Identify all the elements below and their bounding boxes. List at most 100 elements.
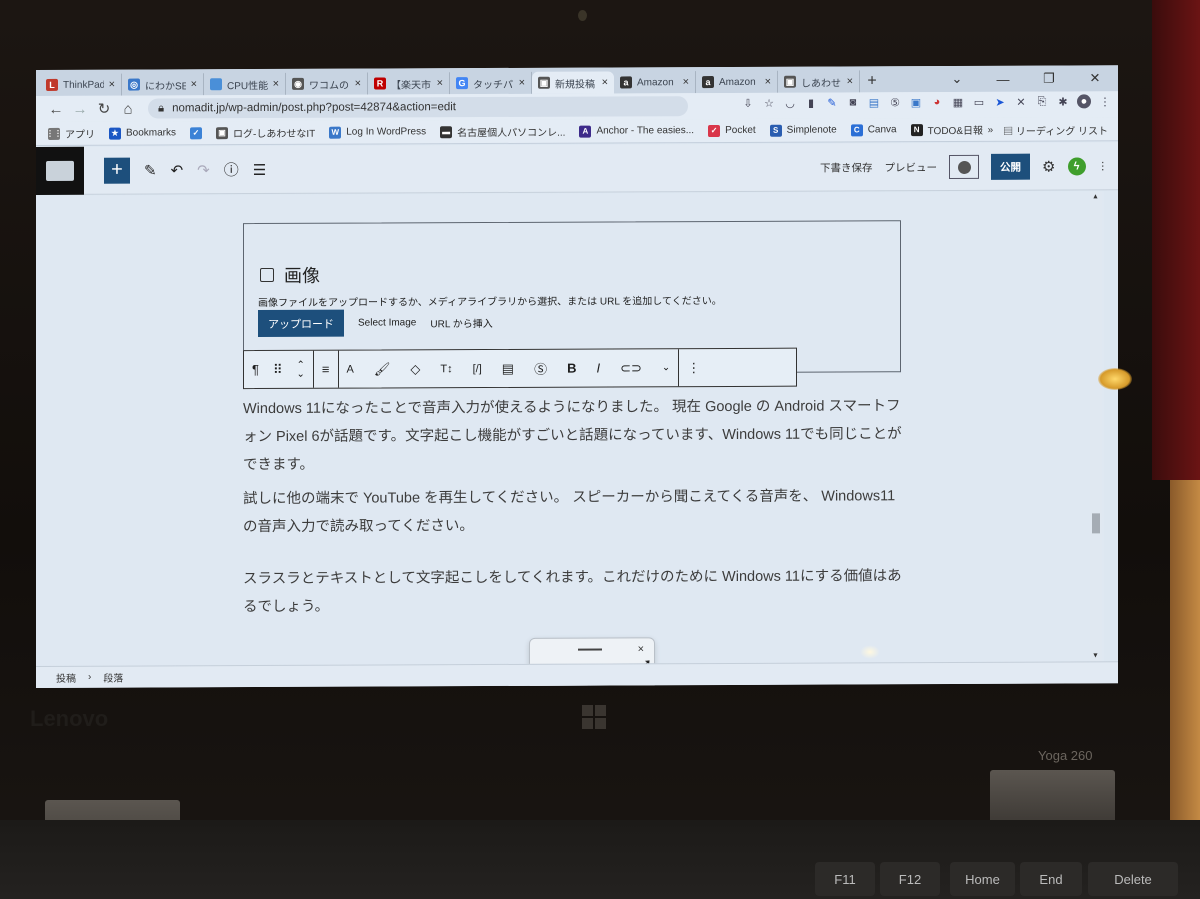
bookmark-item[interactable]: ▣ ログ-しあわせなIT: [216, 125, 315, 140]
browser-tab[interactable]: G タッチパッ ×: [450, 71, 532, 95]
browser-tab[interactable]: R 【楽天市 ×: [368, 72, 450, 95]
close-tab-icon[interactable]: ×: [355, 78, 361, 90]
close-tab-icon[interactable]: ×: [765, 76, 771, 88]
block-options-icon[interactable]: ⋮: [687, 360, 700, 376]
preview-button[interactable]: プレビュー: [885, 160, 938, 175]
url-input[interactable]: 🔒︎ nomadit.jp/wp-admin/post.php?post=428…: [148, 96, 688, 119]
extension-icon[interactable]: ▮: [804, 96, 818, 110]
browser-tab[interactable]: ▣ しあわせ ×: [778, 70, 860, 93]
browser-tab[interactable]: ▣ 新規投稿 ×: [532, 71, 614, 94]
add-block-button[interactable]: +: [104, 157, 130, 184]
bookmark-item[interactable]: C Canva: [850, 123, 897, 136]
close-tab-icon[interactable]: ×: [437, 77, 443, 89]
reload-button[interactable]: ↻: [92, 100, 116, 118]
bookmark-item[interactable]: ✓ Pocket: [708, 124, 756, 137]
paragraph[interactable]: 試しに他の端末で YouTube を再生してください。 スピーカーから聞こえてく…: [243, 482, 908, 541]
user-avatar[interactable]: ϟ: [1067, 157, 1086, 176]
text-size-icon[interactable]: T↕: [440, 363, 452, 375]
close-voice-typing-button[interactable]: ×: [638, 643, 644, 655]
site-logo[interactable]: [36, 146, 84, 195]
new-tab-button[interactable]: +: [860, 70, 884, 92]
pocket-extension-icon[interactable]: ◡: [783, 96, 797, 110]
shortcode-icon[interactable]: [/]: [473, 363, 482, 375]
close-tab-icon[interactable]: ×: [109, 79, 115, 91]
publish-button[interactable]: 公開: [991, 153, 1031, 180]
extensions-puzzle-icon[interactable]: ✱: [1056, 94, 1070, 108]
redo-icon[interactable]: ↷: [197, 161, 210, 179]
extension-icon[interactable]: ▣: [909, 95, 923, 109]
extension-icon[interactable]: ⑤: [888, 95, 902, 109]
jetpack-button[interactable]: [949, 154, 980, 180]
more-bookmarks-button[interactable]: »: [988, 124, 994, 135]
tab-search-button[interactable]: ⌄: [934, 71, 980, 87]
breadcrumb-item[interactable]: 段落: [103, 670, 123, 685]
edit-tool-icon[interactable]: ✎: [144, 161, 157, 179]
paragraph-icon[interactable]: ¶: [252, 362, 259, 377]
info-icon[interactable]: ⓘ: [224, 159, 239, 180]
italic-icon[interactable]: I: [596, 361, 600, 376]
browser-tab[interactable]: L ThinkPad ×: [40, 73, 122, 96]
extension-icon[interactable]: ✕: [1014, 95, 1028, 109]
font-size-icon[interactable]: A: [347, 363, 354, 375]
home-button[interactable]: ⌂: [116, 100, 140, 117]
browser-tab[interactable]: ◉ ワコムのア ×: [286, 72, 368, 95]
drag-grip[interactable]: [578, 648, 602, 651]
forward-button[interactable]: →: [68, 100, 92, 117]
bookmark-item[interactable]: S Simplenote: [769, 124, 837, 137]
extension-icon[interactable]: ➤: [993, 95, 1007, 109]
breadcrumb-item[interactable]: 投稿: [56, 670, 76, 685]
maximize-button[interactable]: ❐: [1026, 70, 1072, 86]
highlight-brush-icon[interactable]: 🖌︎: [374, 361, 391, 377]
browser-menu-icon[interactable]: ⋮: [1098, 94, 1112, 108]
translate-extension-icon[interactable]: ▤: [867, 95, 881, 109]
back-button[interactable]: ←: [44, 100, 68, 117]
browser-tab[interactable]: a Amazon ×: [696, 70, 778, 94]
list-view-icon[interactable]: ☰: [253, 160, 266, 178]
bookmark-item[interactable]: ✓: [190, 126, 203, 139]
settings-gear-icon[interactable]: ⚙: [1042, 158, 1055, 176]
paragraph[interactable]: スラスラとテキストとして文字起こしをしてくれます。これだけのために Window…: [243, 562, 908, 621]
insert-url-button[interactable]: URL から挿入: [430, 315, 492, 330]
extension-icon[interactable]: ▭: [972, 95, 986, 109]
browser-tab[interactable]: a Amazon ×: [614, 71, 696, 94]
bookmark-item[interactable]: A Anchor - The easies...: [579, 125, 694, 138]
bookmark-item[interactable]: ⋮⋮ アプリ: [46, 126, 95, 141]
profile-avatar[interactable]: ●: [1077, 94, 1091, 109]
extension-icon[interactable]: ◙: [846, 95, 860, 109]
extension-icon[interactable]: ⎘: [1035, 95, 1049, 109]
scrollbar-thumb[interactable]: [1092, 513, 1100, 534]
drag-handle-icon[interactable]: ⠿: [273, 361, 283, 377]
bookmark-item[interactable]: W Log In WordPress: [329, 126, 426, 139]
paragraph[interactable]: Windows 11になったことで音声入力が使えるようになりました。 現在 Go…: [243, 392, 908, 479]
scroll-up-arrow-icon[interactable]: ▲: [1092, 193, 1099, 200]
minimize-button[interactable]: —: [980, 71, 1026, 86]
reading-list-button[interactable]: ▤ リーディング リスト: [1003, 122, 1108, 137]
document-icon[interactable]: ▤: [502, 360, 514, 376]
color-picker-extension-icon[interactable]: ✎: [825, 95, 839, 109]
browser-tab[interactable]: ◎ にわかSE ×: [122, 73, 204, 96]
install-app-icon[interactable]: ⇩: [741, 96, 755, 110]
extension-icon[interactable]: ▦: [951, 95, 965, 109]
more-formats-chevron-icon[interactable]: ⌄: [662, 362, 670, 373]
browser-tab[interactable]: CPU性能 ×: [204, 72, 286, 96]
close-tab-icon[interactable]: ×: [273, 78, 279, 90]
close-tab-icon[interactable]: ×: [519, 77, 525, 89]
bookmark-item[interactable]: ▬ 名古屋個人パソコンレ...: [440, 124, 565, 140]
scroll-down-arrow-icon[interactable]: ▼: [1092, 652, 1099, 659]
close-tab-icon[interactable]: ×: [191, 78, 197, 90]
bold-icon[interactable]: B: [567, 361, 576, 376]
undo-icon[interactable]: ↶: [171, 161, 184, 179]
scrollbar[interactable]: ▲ ▼: [1090, 191, 1102, 662]
save-draft-button[interactable]: 下書き保存: [820, 160, 873, 175]
tag-icon[interactable]: ◇: [410, 361, 420, 377]
options-menu-icon[interactable]: ⋮: [1098, 160, 1109, 172]
move-up-down-icon[interactable]: ⌃ ⌄: [297, 359, 305, 379]
bookmark-item[interactable]: ★ Bookmarks: [109, 127, 176, 140]
select-image-button[interactable]: Select Image: [358, 317, 416, 328]
close-tab-icon[interactable]: ×: [683, 76, 689, 88]
bookmark-star-icon[interactable]: ☆: [762, 96, 776, 110]
bookmark-item[interactable]: N TODO&日報: [910, 122, 983, 137]
close-tab-icon[interactable]: ×: [602, 77, 608, 89]
align-icon[interactable]: ≡: [322, 362, 330, 377]
upload-button[interactable]: アップロード: [258, 309, 344, 338]
